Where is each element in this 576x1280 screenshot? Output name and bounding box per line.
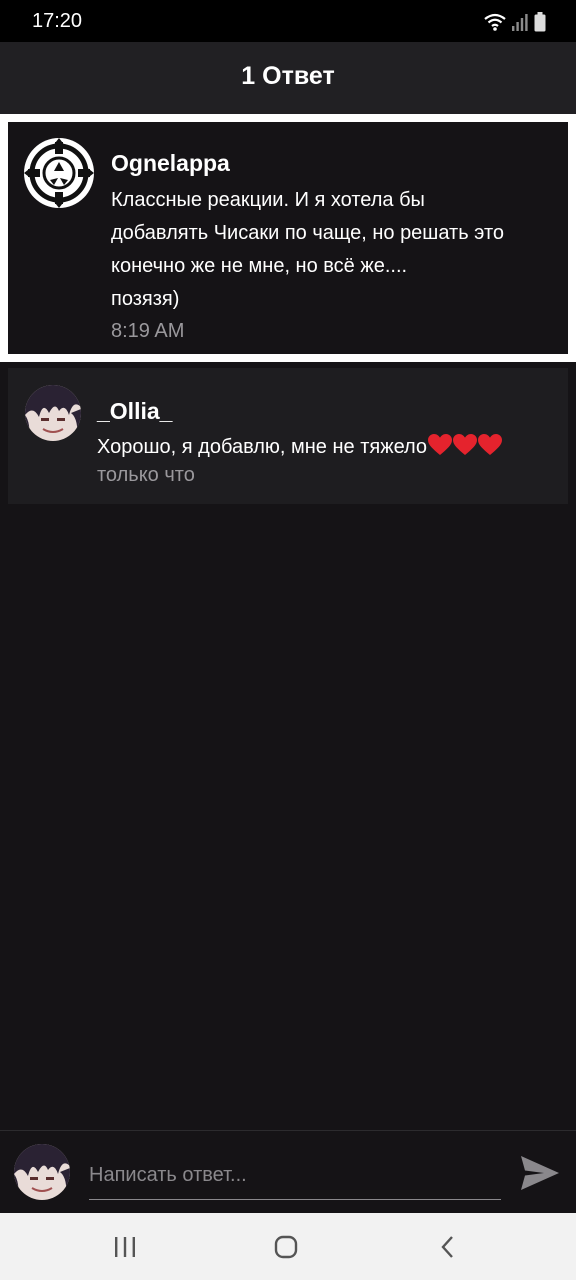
home-button[interactable] [266,1229,306,1265]
status-icons [484,12,546,32]
parent-comment-body: Ognelappa Классные реакции. И я хотела б… [8,122,568,354]
status-time: 17:20 [32,10,83,32]
heart-emoji-icon [453,434,478,455]
signal-icon [512,14,528,31]
back-button[interactable] [427,1229,467,1265]
avatar[interactable] [25,385,81,441]
recents-button[interactable] [105,1229,145,1265]
parent-comment[interactable]: Ognelappa Классные реакции. И я хотела б… [0,114,576,362]
reply-time: только что [97,464,195,486]
send-icon [521,1156,559,1190]
reply-text: Хорошо, я добавлю, мне не тяжело [97,436,428,458]
screen: 17:20 1 Ответ Ognelappa Классные реакции… [0,0,576,1280]
recents-icon [115,1237,135,1257]
home-icon [274,1235,298,1259]
reply-item[interactable]: _Ollia_ Хорошо, я добавлю, мне не тяжело… [8,368,568,504]
comment-author[interactable]: Ognelappa [111,150,230,177]
back-icon [441,1236,453,1258]
battery-icon [534,12,546,32]
scp-logo-icon [24,138,94,208]
header: 1 Ответ [0,42,576,114]
avatar[interactable] [24,138,94,208]
heart-emoji-icon [478,434,503,455]
send-button[interactable] [518,1151,562,1195]
comment-time: 8:19 AM [111,320,185,342]
status-bar: 17:20 [0,0,576,42]
comment-text: Классные реакции. И я хотела бы добавлят… [111,189,504,310]
reply-author[interactable]: _Ollia_ [97,398,172,425]
reply-input[interactable] [89,1151,501,1200]
user-avatar-icon [14,1144,70,1200]
heart-emoji-icon [428,434,453,455]
reply-composer [0,1130,576,1214]
reply-text-row: Хорошо, я добавлю, мне не тяжело [97,434,503,459]
system-nav-bar [0,1213,576,1280]
page-title: 1 Ответ [241,62,335,90]
wifi-icon [484,13,506,31]
user-avatar-icon [25,385,81,441]
current-user-avatar[interactable] [14,1144,70,1200]
